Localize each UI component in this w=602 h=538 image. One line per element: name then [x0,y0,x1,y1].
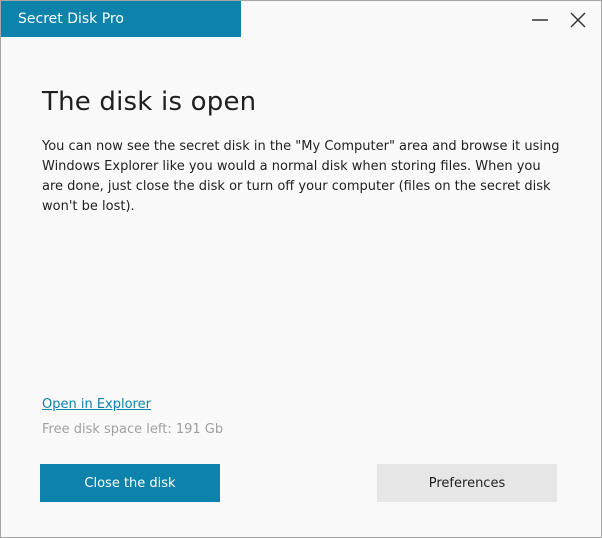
minimize-button[interactable] [527,7,553,33]
free-space-status: Free disk space left: 191 Gb [42,422,224,437]
minimize-icon [532,19,548,21]
open-in-explorer-link[interactable]: Open in Explorer [42,397,151,412]
window-title: Secret Disk Pro [1,1,241,37]
page-title: The disk is open [42,87,257,117]
window-controls [527,7,591,33]
close-icon [570,12,586,28]
close-disk-button[interactable]: Close the disk [40,464,220,502]
description-text: You can now see the secret disk in the "… [42,139,560,214]
app-window: Secret Disk Pro The disk is open You can… [0,0,602,538]
preferences-button[interactable]: Preferences [377,464,557,502]
close-button[interactable] [565,7,591,33]
